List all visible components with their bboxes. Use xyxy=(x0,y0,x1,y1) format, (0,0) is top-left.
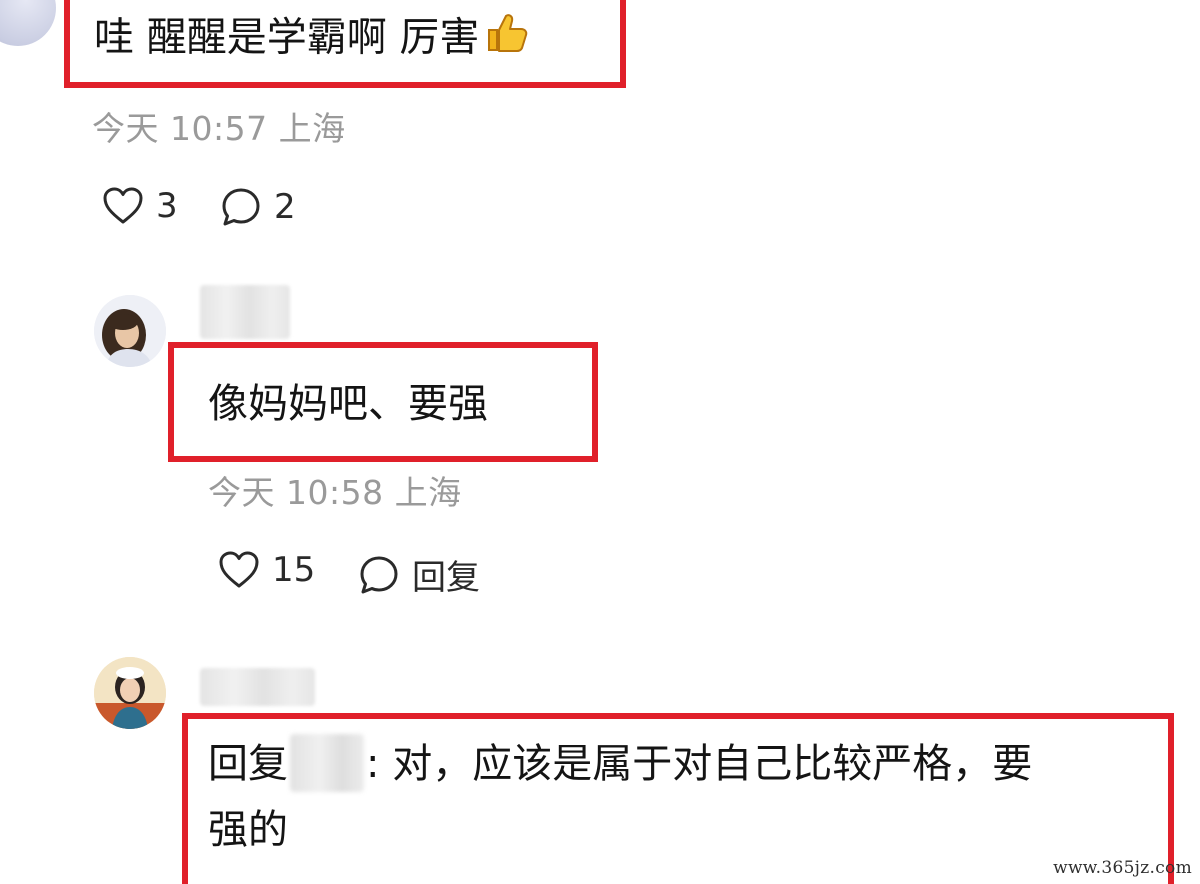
comment-text: 像妈妈吧、要强 xyxy=(208,381,488,427)
reply-target-blurred[interactable] xyxy=(290,734,364,792)
user-avatar[interactable] xyxy=(0,0,56,46)
user-avatar[interactable] xyxy=(94,295,166,367)
reply-prefix: 回复 xyxy=(208,741,288,787)
username-blurred[interactable] xyxy=(200,285,290,339)
reply-button[interactable]: 回复 xyxy=(358,550,480,599)
comment-text: 哇 醒醒是学霸啊 厉害 xyxy=(94,10,529,69)
thumbs-up-icon xyxy=(483,10,529,69)
comment-text-line: 强的 xyxy=(208,807,288,853)
username-blurred[interactable] xyxy=(200,668,315,706)
like-button[interactable]: 3 xyxy=(102,186,178,226)
reply-count: 2 xyxy=(274,187,296,227)
heart-icon xyxy=(218,550,260,590)
reply-count-button[interactable]: 2 xyxy=(220,186,296,228)
watermark: www.365jz.com xyxy=(1053,858,1192,878)
like-count: 15 xyxy=(272,550,316,590)
reply-label: 回复 xyxy=(412,558,480,598)
comment-timestamp: 今天 10:58 上海 xyxy=(208,473,462,512)
comment-bubble-icon xyxy=(358,554,400,596)
heart-icon xyxy=(102,186,144,226)
comment-bubble-icon xyxy=(220,186,262,228)
comment-thread: 哇 醒醒是学霸啊 厉害 今天 10:57 上海 3 2 像妈妈吧、要强 今天 1… xyxy=(0,0,1200,884)
like-button[interactable]: 15 xyxy=(218,550,315,590)
user-avatar[interactable] xyxy=(94,657,166,729)
like-count: 3 xyxy=(156,186,178,226)
comment-timestamp: 今天 10:57 上海 xyxy=(92,109,346,148)
comment-text-line: 回复: 对，应该是属于对自己比较严格，要 xyxy=(208,734,1032,792)
